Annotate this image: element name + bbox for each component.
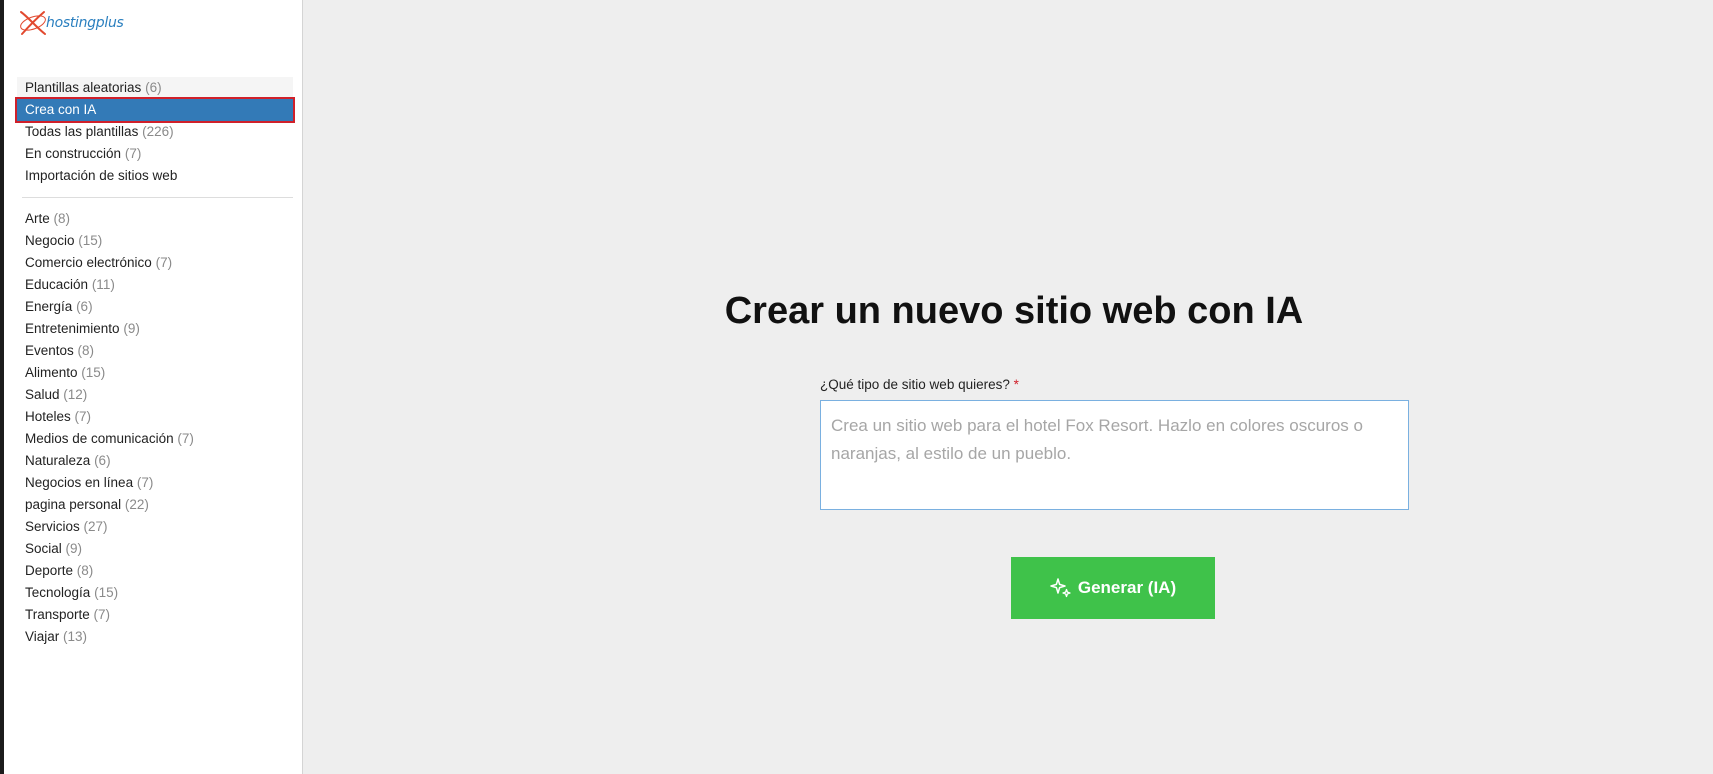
category-count: (22) bbox=[124, 497, 149, 512]
category-label: Tecnología bbox=[25, 585, 91, 600]
category-count: (8) bbox=[53, 211, 71, 226]
prompt-label-text: ¿Qué tipo de sitio web quieres? bbox=[820, 377, 1010, 392]
category-count: (15) bbox=[78, 233, 103, 248]
sidebar: hostingplus Plantillas aleatorias (6) Cr… bbox=[4, 0, 303, 774]
category-count: (15) bbox=[94, 585, 119, 600]
sidebar-category-item[interactable]: pagina personal (22) bbox=[17, 494, 293, 516]
website-prompt-input[interactable] bbox=[820, 400, 1409, 510]
sidebar-nav: Plantillas aleatorias (6) Crea con IA To… bbox=[15, 77, 295, 648]
sidebar-category-item[interactable]: Transporte (7) bbox=[17, 604, 293, 626]
sidebar-item-all-templates[interactable]: Todas las plantillas (226) bbox=[17, 121, 293, 143]
category-count: (7) bbox=[74, 409, 92, 424]
sidebar-category-item[interactable]: Energía (6) bbox=[17, 296, 293, 318]
category-label: Naturaleza bbox=[25, 453, 91, 468]
sidebar-category-item[interactable]: Medios de comunicación (7) bbox=[17, 428, 293, 450]
generate-ai-button[interactable]: Generar (IA) bbox=[1011, 557, 1215, 619]
sidebar-item-create-with-ai[interactable]: Crea con IA bbox=[15, 97, 295, 123]
sidebar-item-website-import[interactable]: Importación de sitios web bbox=[17, 165, 293, 187]
sidebar-item-random-templates[interactable]: Plantillas aleatorias (6) bbox=[17, 77, 293, 99]
sparkle-icon bbox=[1050, 578, 1071, 598]
sidebar-item-label: Crea con IA bbox=[25, 102, 97, 117]
category-label: Salud bbox=[25, 387, 60, 402]
sidebar-category-item[interactable]: Negocio (15) bbox=[17, 230, 293, 252]
hostingplus-x-logo-icon bbox=[20, 11, 46, 35]
category-count: (27) bbox=[83, 519, 108, 534]
main-content: Crear un nuevo sitio web con IA ¿Qué tip… bbox=[303, 0, 1713, 774]
sidebar-category-item[interactable]: Naturaleza (6) bbox=[17, 450, 293, 472]
category-count: (7) bbox=[177, 431, 194, 446]
category-count: (11) bbox=[91, 277, 115, 292]
sidebar-category-item[interactable]: Tecnología (15) bbox=[17, 582, 293, 604]
app-window: hostingplus Plantillas aleatorias (6) Cr… bbox=[4, 0, 1713, 774]
sidebar-divider bbox=[22, 197, 293, 198]
page-title: Crear un nuevo sitio web con IA bbox=[724, 290, 1304, 332]
category-count: (6) bbox=[94, 453, 111, 468]
category-label: Viajar bbox=[25, 629, 60, 644]
category-label: Medios de comunicación bbox=[25, 431, 174, 446]
category-count: (7) bbox=[136, 475, 154, 490]
sidebar-item-count: (6) bbox=[145, 80, 162, 95]
category-count: (9) bbox=[123, 321, 140, 336]
sidebar-category-item[interactable]: Servicios (27) bbox=[17, 516, 293, 538]
prompt-label: ¿Qué tipo de sitio web quieres? * bbox=[820, 377, 1019, 392]
category-label: Comercio electrónico bbox=[25, 255, 152, 270]
sidebar-category-item[interactable]: Salud (12) bbox=[17, 384, 293, 406]
category-label: pagina personal bbox=[25, 497, 122, 512]
sidebar-category-item[interactable]: Deporte (8) bbox=[17, 560, 293, 582]
category-count: (13) bbox=[63, 629, 88, 644]
sidebar-category-item[interactable]: Entretenimiento (9) bbox=[17, 318, 293, 340]
sidebar-item-count: (226) bbox=[142, 124, 174, 139]
sidebar-category-item[interactable]: Viajar (13) bbox=[17, 626, 293, 648]
sidebar-item-label: Importación de sitios web bbox=[25, 168, 178, 183]
sidebar-item-label: En construcción bbox=[25, 146, 122, 161]
sidebar-item-under-construction[interactable]: En construcción (7) bbox=[17, 143, 293, 165]
sidebar-category-item[interactable]: Negocios en línea (7) bbox=[17, 472, 293, 494]
sidebar-category-item[interactable]: Arte (8) bbox=[17, 208, 293, 230]
category-label: Deporte bbox=[25, 563, 74, 578]
category-label: Negocios en línea bbox=[25, 475, 134, 490]
category-count: (15) bbox=[81, 365, 106, 380]
category-list: Arte (8) Negocio (15) Comercio electrónico… bbox=[17, 208, 293, 648]
category-count: (12) bbox=[63, 387, 88, 402]
sidebar-item-label: Todas las plantillas bbox=[25, 124, 139, 139]
category-count: (9) bbox=[65, 541, 83, 556]
category-count: (8) bbox=[77, 343, 95, 358]
category-count: (7) bbox=[93, 607, 111, 622]
sidebar-category-item[interactable]: Alimento (15) bbox=[17, 362, 293, 384]
sidebar-item-label: Plantillas aleatorias bbox=[25, 80, 142, 95]
category-label: Hoteles bbox=[25, 409, 71, 424]
category-label: Arte bbox=[25, 211, 50, 226]
category-label: Entretenimiento bbox=[25, 321, 120, 336]
category-label: Social bbox=[25, 541, 62, 556]
category-count: (7) bbox=[155, 255, 173, 270]
category-label: Servicios bbox=[25, 519, 80, 534]
category-count: (6) bbox=[76, 299, 93, 314]
sidebar-item-count: (7) bbox=[124, 146, 142, 161]
category-label: Transporte bbox=[25, 607, 90, 622]
generate-button-label: Generar (IA) bbox=[1077, 578, 1177, 597]
logo-text: hostingplus bbox=[46, 15, 124, 31]
sidebar-category-item[interactable]: Social (9) bbox=[17, 538, 293, 560]
sidebar-category-item[interactable]: Educación (11) bbox=[17, 274, 293, 296]
category-label: Educación bbox=[25, 277, 89, 292]
category-count: (8) bbox=[76, 563, 94, 578]
sidebar-category-item[interactable]: Eventos (8) bbox=[17, 340, 293, 362]
sidebar-category-item[interactable]: Comercio electrónico (7) bbox=[17, 252, 293, 274]
required-mark: * bbox=[1013, 377, 1019, 392]
sidebar-category-item[interactable]: Hoteles (7) bbox=[17, 406, 293, 428]
brand-logo[interactable]: hostingplus bbox=[18, 9, 138, 37]
category-label: Eventos bbox=[25, 343, 74, 358]
category-label: Energía bbox=[25, 299, 73, 314]
category-label: Alimento bbox=[25, 365, 78, 380]
category-label: Negocio bbox=[25, 233, 75, 248]
